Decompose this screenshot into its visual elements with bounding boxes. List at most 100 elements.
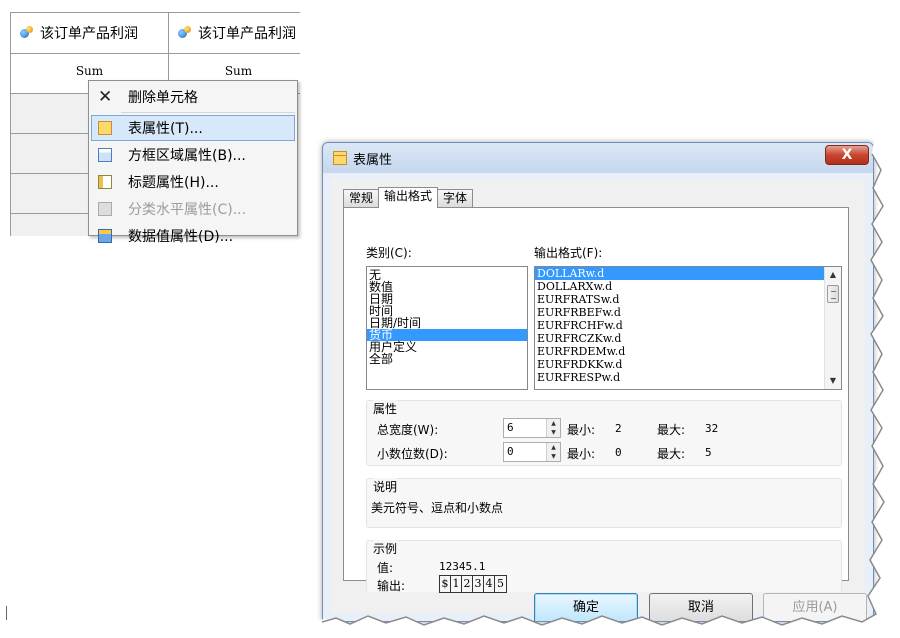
list-item-selected[interactable]: DOLLARw.d [535, 267, 825, 280]
table-properties-dialog: 表属性 X 常规 输出格式 字体 类别(C): 输出格式(F): 无 数值 日期… [322, 142, 874, 622]
decimals-max-value: 5 [705, 446, 712, 459]
width-max-label: 最大: [657, 423, 686, 437]
box-area-icon [98, 148, 112, 162]
width-max-value: 32 [705, 422, 719, 435]
list-item[interactable]: EURFRATSw.d [535, 293, 825, 306]
ok-button[interactable]: 确定 [534, 593, 638, 621]
list-item[interactable]: EURFRESPw.d [535, 371, 825, 384]
description-group: 说明 美元符号、逗点和小数点 [366, 478, 842, 528]
menu-item-label: 删除单元格 [128, 90, 198, 106]
spin-down-icon[interactable]: ▼ [547, 452, 560, 461]
total-width-value: 6 [507, 421, 514, 434]
decimals-min-label: 最小: [567, 447, 596, 461]
tab-output-format[interactable]: 输出格式 [378, 187, 439, 208]
tab-strip: 常规 输出格式 字体 [343, 187, 474, 208]
scroll-down-icon[interactable]: ▼ [825, 373, 841, 389]
description-group-title: 说明 [373, 478, 398, 495]
sum-label: Sum [75, 64, 104, 78]
output-format-panel: 类别(C): 输出格式(F): 无 数值 日期 时间 日期/时间 货币 用户定义… [343, 207, 849, 593]
menu-item-delete-cell[interactable]: ✕ 删除单元格 [91, 84, 295, 110]
sum-label: Sum [224, 64, 253, 78]
scroll-thumb[interactable] [827, 285, 839, 303]
menu-item-box-area-properties[interactable]: 方框区域属性(B)... [91, 142, 295, 168]
decimals-max-label: 最大: [657, 447, 686, 461]
measure-icon [177, 26, 193, 40]
example-group-title: 示例 [373, 540, 398, 557]
list-item[interactable]: EURFRCHFw.d [535, 319, 825, 332]
table-row[interactable] [11, 174, 91, 214]
output-char: 5 [497, 577, 504, 590]
data-value-icon [98, 229, 112, 243]
class-level-icon [98, 202, 112, 216]
column-header[interactable]: 该订单产品利润 [11, 12, 169, 54]
total-width-label: 总宽度(W): [377, 423, 439, 437]
list-item[interactable]: EURFRBEFw.d [535, 306, 825, 319]
dialog-title: 表属性 [353, 152, 393, 168]
column-header[interactable]: 该订单产品利润 [169, 12, 300, 54]
total-width-spinner[interactable]: 6 ▲ ▼ [503, 418, 561, 438]
table-row[interactable] [11, 134, 91, 174]
decimals-spinner[interactable]: 0 ▲ ▼ [503, 442, 561, 462]
menu-item-label: 分类水平属性(C)... [128, 202, 247, 218]
tab-font[interactable]: 字体 [437, 189, 474, 207]
spin-up-icon[interactable]: ▲ [547, 443, 560, 452]
decimals-min-value: 0 [615, 446, 622, 459]
format-list-scrollbar[interactable]: ▲ ▼ [824, 267, 841, 389]
text-cursor [6, 606, 7, 620]
format-list[interactable]: DOLLARw.d DOLLARXw.d EURFRATSw.d EURFRBE… [534, 266, 842, 390]
decimals-label: 小数位数(D): [377, 447, 448, 461]
heading-icon [98, 175, 112, 189]
example-group: 示例 值: 12345.1 输出: $ 1 2 3 4 5 [366, 540, 842, 593]
list-item[interactable]: EURFRDEMw.d [535, 345, 825, 358]
format-label: 输出格式(F): [534, 246, 603, 260]
properties-group-title: 属性 [373, 400, 398, 417]
description-text: 美元符号、逗点和小数点 [371, 501, 504, 515]
spinner-buttons[interactable]: ▲ ▼ [546, 443, 560, 461]
menu-item-label: 表属性(T)... [128, 121, 203, 137]
menu-item-label: 标题属性(H)... [128, 175, 219, 191]
menu-item-class-level-properties[interactable]: 分类水平属性(C)... [91, 196, 295, 222]
width-min-label: 最小: [567, 423, 596, 437]
column-header-label: 该订单产品利润 [198, 26, 296, 42]
tab-general[interactable]: 常规 [343, 189, 380, 207]
cancel-button[interactable]: 取消 [649, 593, 753, 621]
output-char: 4 [484, 576, 495, 592]
output-char: $ [440, 576, 451, 592]
category-list[interactable]: 无 数值 日期 时间 日期/时间 货币 用户定义 全部 [366, 266, 528, 390]
apply-button[interactable]: 应用(A) [763, 593, 867, 621]
list-item[interactable]: 全部 [367, 353, 527, 365]
close-button[interactable]: X [825, 145, 869, 165]
table-row[interactable] [11, 214, 91, 236]
output-char: 1 [451, 576, 462, 592]
list-item[interactable]: DOLLARXw.d [535, 280, 825, 293]
menu-item-data-value-properties[interactable]: 数据值属性(D)... [91, 223, 295, 249]
example-output-label: 输出: [377, 579, 406, 593]
measure-icon [19, 26, 35, 40]
spinner-buttons[interactable]: ▲ ▼ [546, 419, 560, 437]
output-char: 2 [462, 576, 473, 592]
list-item[interactable]: EURFRDKKw.d [535, 358, 825, 371]
table-row[interactable] [11, 94, 91, 134]
spin-up-icon[interactable]: ▲ [547, 419, 560, 428]
example-output: $ 1 2 3 4 5 [439, 575, 507, 593]
scroll-up-icon[interactable]: ▲ [825, 267, 841, 283]
context-menu: ✕ 删除单元格 表属性(T)... 方框区域属性(B)... 标题属性(H)..… [88, 80, 298, 245]
example-value-label: 值: [377, 561, 394, 575]
menu-item-heading-properties[interactable]: 标题属性(H)... [91, 169, 295, 195]
dialog-titlebar[interactable]: 表属性 X [323, 143, 873, 173]
output-char: 3 [473, 576, 484, 592]
properties-group: 属性 总宽度(W): 6 ▲ ▼ 最小: 2 最大: 32 小数位数(D): 0 … [366, 400, 842, 466]
category-label: 类别(C): [366, 246, 412, 260]
column-header-label: 该订单产品利润 [40, 26, 138, 42]
menu-item-label: 数据值属性(D)... [128, 229, 234, 245]
menu-item-table-properties[interactable]: 表属性(T)... [91, 115, 295, 141]
delete-x-icon: ✕ [98, 87, 113, 107]
menu-separator [121, 112, 295, 113]
dialog-client: 常规 输出格式 字体 类别(C): 输出格式(F): 无 数值 日期 时间 日期… [331, 179, 867, 621]
list-item[interactable]: EURFRCZKw.d [535, 332, 825, 345]
width-min-value: 2 [615, 422, 622, 435]
table-properties-icon [333, 151, 347, 165]
decimals-value: 0 [507, 445, 514, 458]
spin-down-icon[interactable]: ▼ [547, 428, 560, 437]
menu-item-label: 方框区域属性(B)... [128, 148, 246, 164]
